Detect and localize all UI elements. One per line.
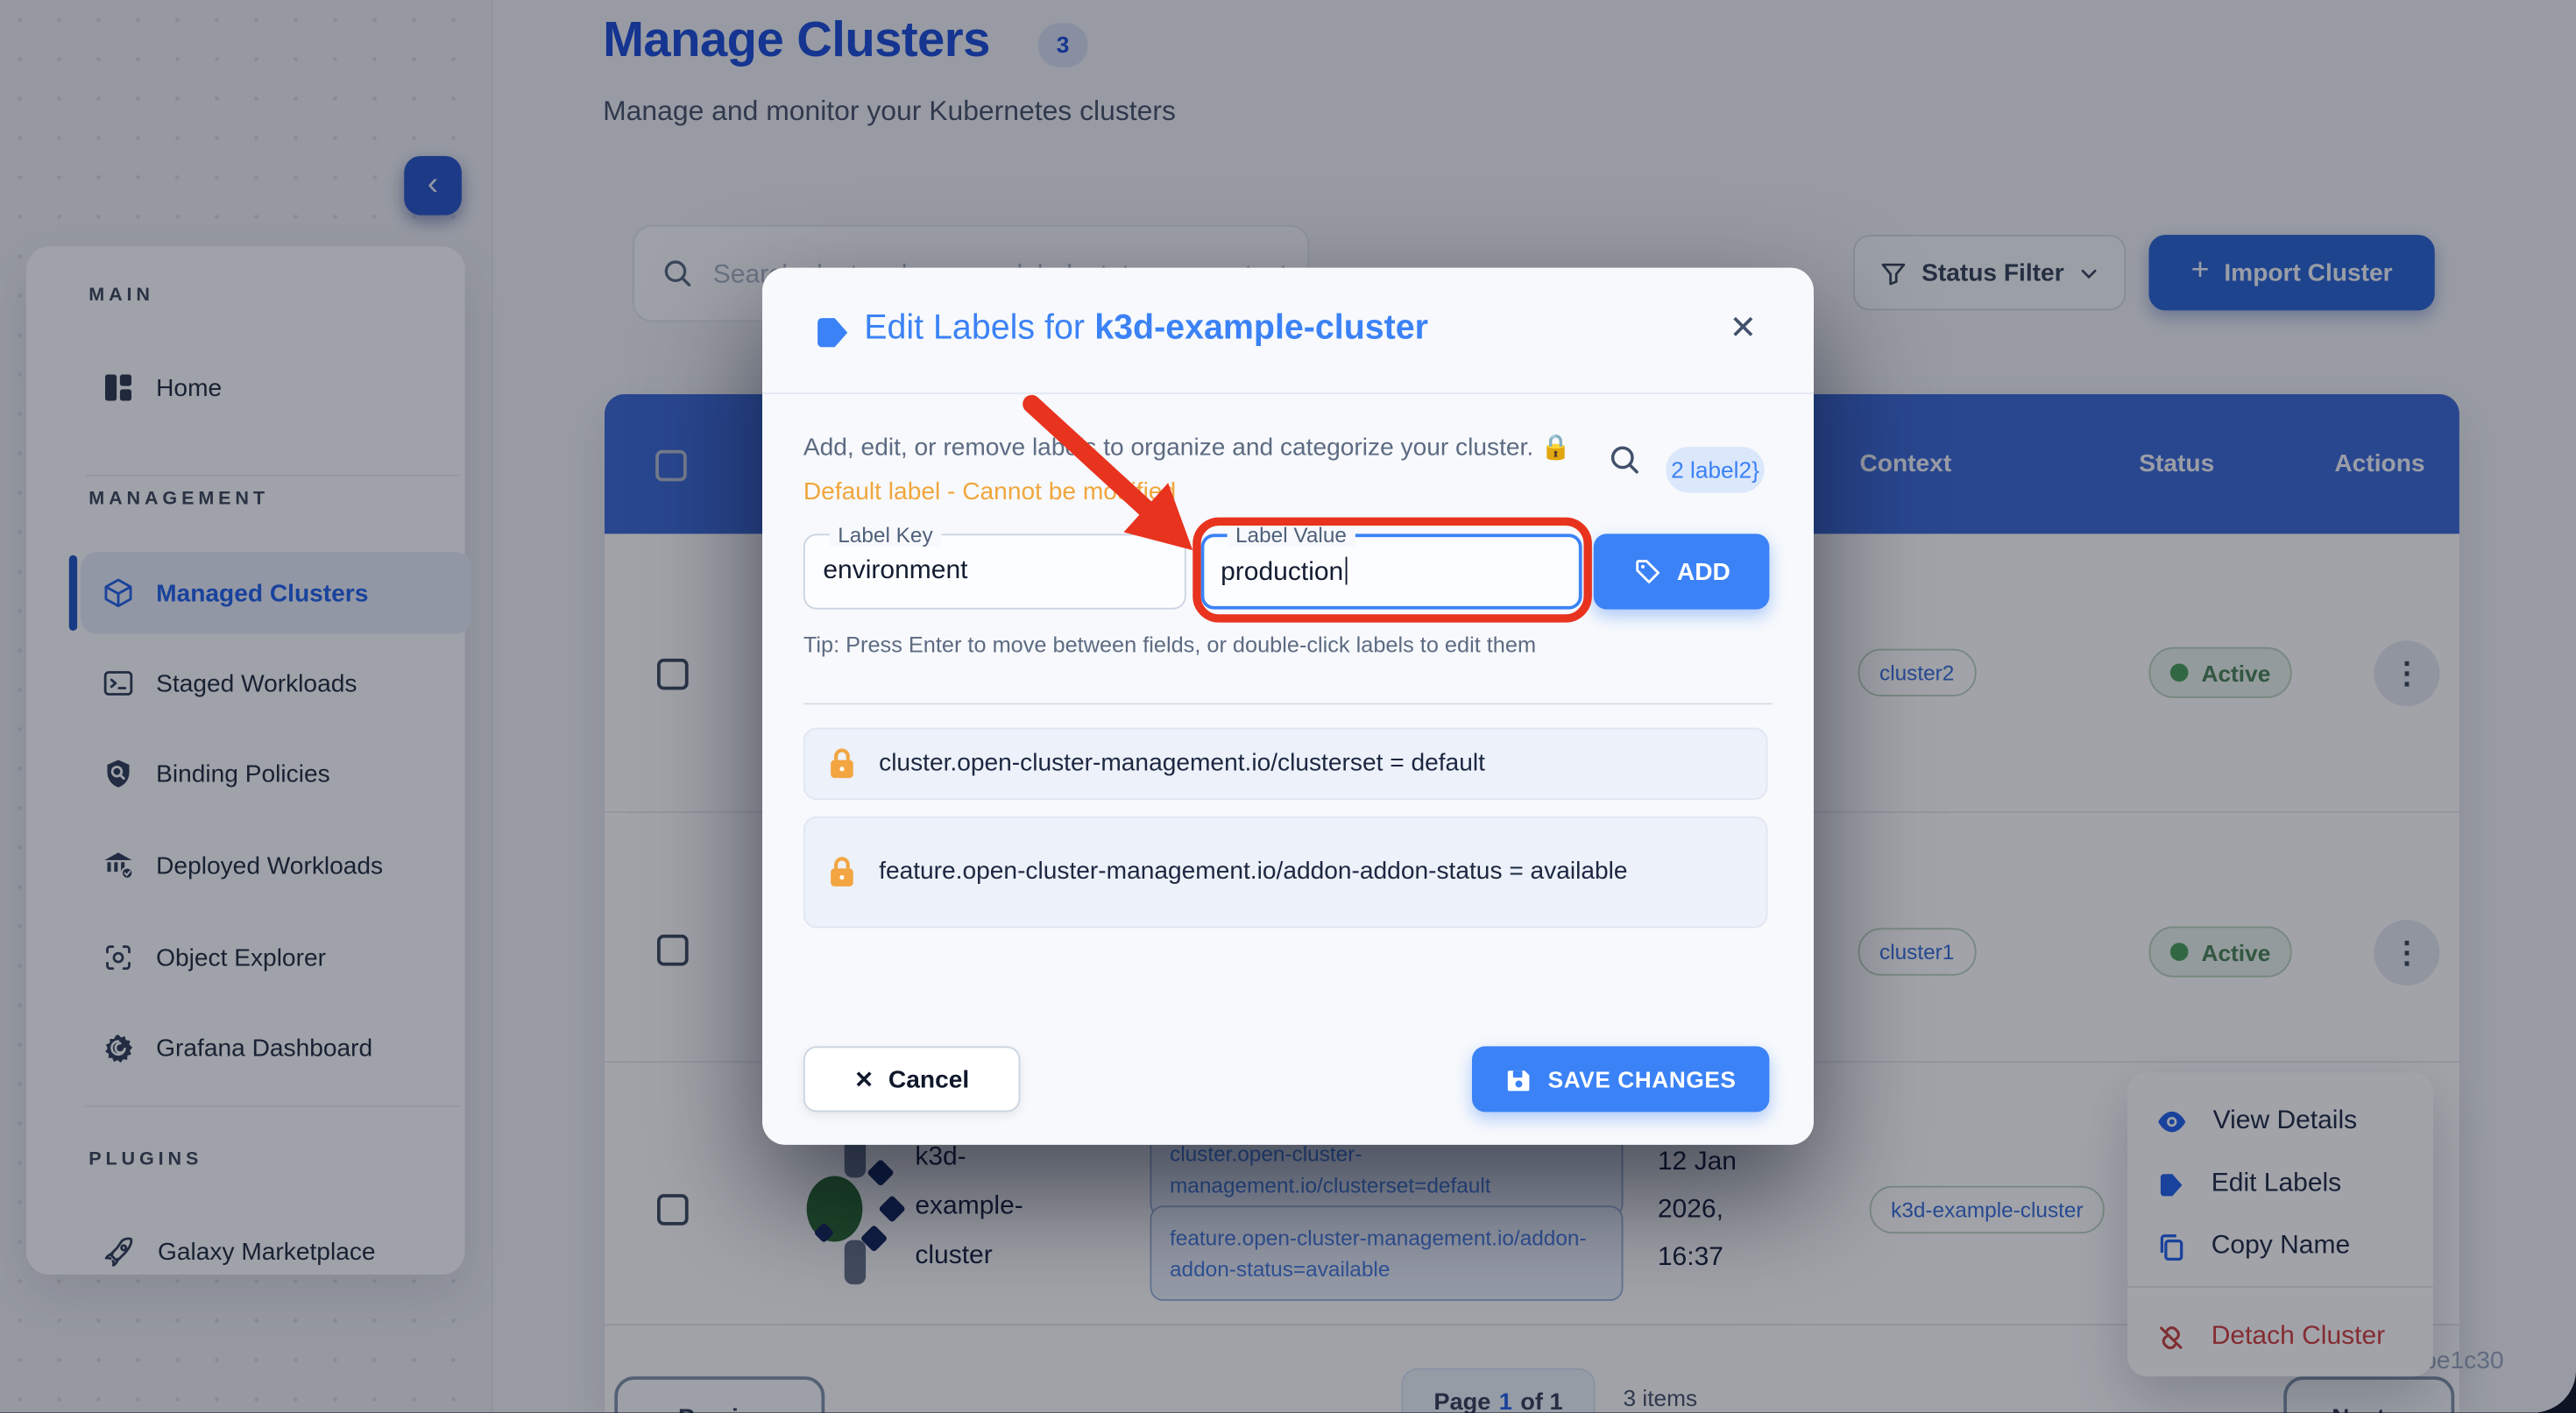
add-label-button[interactable]: ADD [1593,533,1770,610]
modal-tip: Tip: Press Enter to move between fields,… [803,632,1537,657]
save-changes-label: SAVE CHANGES [1547,1065,1737,1092]
close-icon: ✕ [854,1064,874,1092]
screen: ‹ MAIN Home MANAGEMENT Managed Clusters [0,0,2576,1413]
modal-header-divider [762,392,1814,394]
save-icon [1508,1070,1530,1091]
default-label-note: Default label - Cannot be modified [803,477,1177,506]
edit-labels-modal: Edit Labels for k3d-example-cluster ✕ Add… [762,267,1814,1145]
modal-title: Edit Labels for k3d-example-cluster [864,309,1428,349]
label-key-value: environment [823,556,968,585]
modal-title-prefix: Edit Labels for [864,308,1085,347]
annotation-highlight-box [1192,517,1592,623]
label-key-field-label: Label Key [829,522,942,548]
locked-label-row: cluster.open-cluster-management.io/clust… [803,727,1768,801]
locked-label-row: feature.open-cluster-management.io/addon… [803,816,1768,929]
modal-divider [803,703,1773,705]
tag-icon [817,318,848,348]
save-changes-button[interactable]: SAVE CHANGES [1472,1046,1770,1113]
lock-icon [831,857,853,887]
label-count-badge: 2 label2} [1666,447,1765,493]
locked-label-text: feature.open-cluster-management.io/addon… [879,857,1628,886]
close-button[interactable]: ✕ [1718,307,1767,349]
modal-description: Add, edit, or remove labels to organize … [803,434,1571,462]
add-label-text: ADD [1676,557,1730,586]
cancel-button[interactable]: ✕ Cancel [803,1046,1021,1113]
modal-title-cluster-name: k3d-example-cluster [1094,308,1429,347]
locked-label-text: cluster.open-cluster-management.io/clust… [879,749,1485,777]
lock-icon [831,748,853,779]
tag-outline-icon [1635,560,1660,583]
search-icon[interactable] [1607,442,1643,477]
cancel-label: Cancel [888,1064,970,1093]
app-window: ‹ MAIN Home MANAGEMENT Managed Clusters [0,0,2576,1413]
close-icon: ✕ [1729,310,1758,347]
